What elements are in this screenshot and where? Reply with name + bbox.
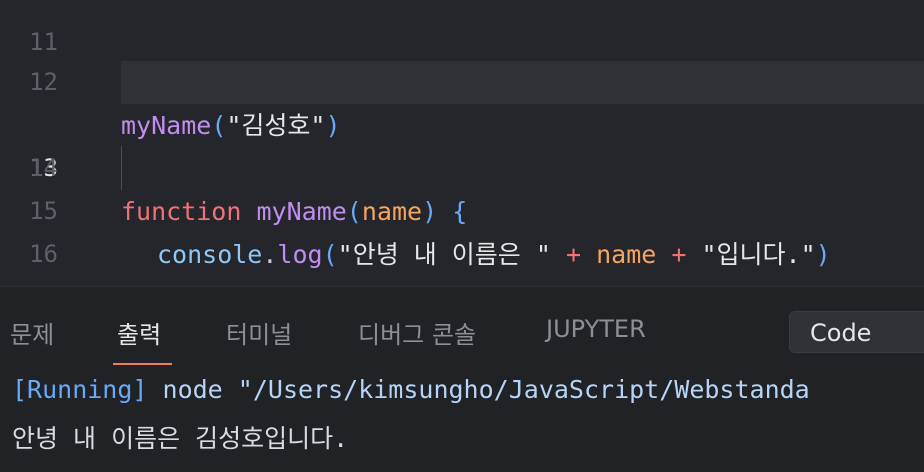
token-variable: name bbox=[596, 240, 657, 269]
running-tag: [Running] bbox=[12, 375, 148, 404]
token-string: "안녕 내 이름은 " bbox=[337, 240, 551, 269]
code-text: console.log("안녕 내 이름은 " + name + "입니다.") bbox=[157, 233, 831, 276]
tab-output[interactable]: 출력 bbox=[117, 315, 161, 350]
output-channel-value: Code bbox=[810, 319, 872, 347]
code-editor[interactable]: 11 12 myName("김성호") 13 14 function myNam… bbox=[0, 0, 924, 286]
token-operator: + bbox=[671, 240, 687, 269]
token-paren: ( bbox=[322, 240, 338, 269]
output-channel-select[interactable]: Code bbox=[789, 311, 924, 353]
panel-tabs: 문제 출력 터미널 디버그 콘솔 JUPYTER Code bbox=[0, 287, 924, 365]
code-line-12[interactable]: 12 myName("김성호") bbox=[0, 18, 924, 140]
bottom-panel: 문제 출력 터미널 디버그 콘솔 JUPYTER Code [Running] … bbox=[0, 286, 924, 472]
line-number: 16 bbox=[29, 240, 58, 268]
output-line-result: 안녕 내 이름은 김성호입니다. bbox=[12, 419, 348, 455]
active-tab-indicator bbox=[113, 363, 172, 365]
output-line-command: [Running] node "/Users/kimsungho/JavaScr… bbox=[12, 375, 810, 404]
token-string: "입니다." bbox=[701, 240, 816, 269]
code-line-13[interactable]: 13 bbox=[0, 61, 924, 182]
token-paren: ) bbox=[815, 240, 831, 269]
token-method: log bbox=[277, 240, 323, 269]
token-operator: + bbox=[565, 240, 582, 269]
code-line-14[interactable]: 14 function myName(name) { bbox=[0, 104, 924, 226]
program-output: 안녕 내 이름은 김성호입니다. bbox=[12, 424, 349, 453]
current-line-highlight bbox=[121, 61, 924, 104]
tab-problems[interactable]: 문제 bbox=[10, 315, 54, 350]
token-object: console bbox=[157, 240, 263, 269]
tab-debug-console[interactable]: 디버그 콘솔 bbox=[358, 315, 476, 350]
run-command: node "/Users/kimsungho/JavaScript/Websta… bbox=[162, 375, 810, 404]
tab-jupyter[interactable]: JUPYTER bbox=[546, 315, 646, 343]
tab-terminal[interactable]: 터미널 bbox=[226, 315, 292, 350]
code-line-16[interactable]: 16 } bbox=[0, 190, 924, 286]
code-text: } bbox=[121, 276, 136, 286]
code-line-15[interactable]: 15 console.log("안녕 내 이름은 " + name + "입니다… bbox=[0, 147, 924, 269]
token-dot: . bbox=[262, 240, 278, 269]
